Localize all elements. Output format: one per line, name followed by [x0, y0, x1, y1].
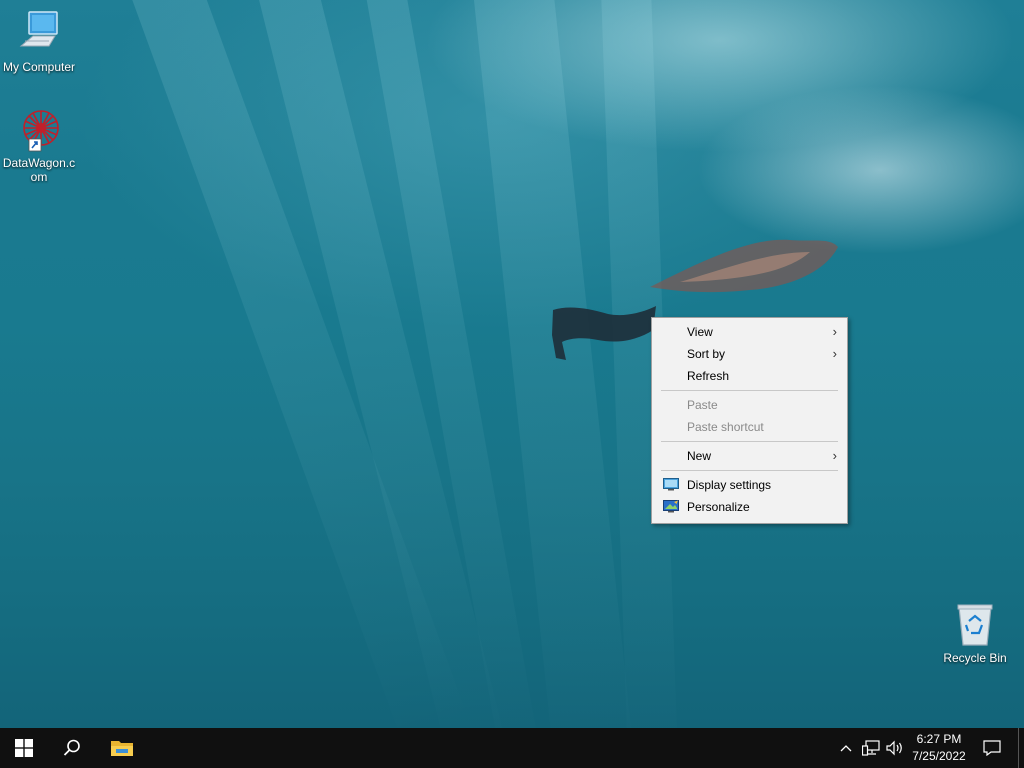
menu-item-label: Refresh: [687, 369, 730, 383]
file-explorer-icon: [111, 741, 133, 756]
diver-illustration: [552, 306, 656, 360]
menu-item-view[interactable]: View ›: [654, 321, 845, 343]
clock[interactable]: 6:27 PM 7/25/2022: [904, 731, 974, 765]
volume-icon: [886, 740, 902, 756]
menu-item-label: Paste shortcut: [687, 420, 764, 434]
desktop-icon-datawagon[interactable]: DataWagon.c om: [0, 106, 78, 184]
desktop-icon-my-computer[interactable]: My Computer: [0, 10, 78, 74]
desktop-icon-label-line2: om: [30, 170, 48, 184]
menu-item-refresh[interactable]: Refresh: [654, 365, 845, 387]
diver-fins-illustration: [650, 239, 838, 293]
start-button[interactable]: [0, 728, 48, 768]
menu-item-paste[interactable]: Paste: [654, 394, 845, 416]
recycle-bin-icon: [951, 601, 999, 649]
volume-button[interactable]: [884, 728, 906, 768]
chevron-right-icon: ›: [832, 448, 837, 463]
show-hidden-icons-button[interactable]: [838, 728, 854, 768]
menu-item-sort-by[interactable]: Sort by ›: [654, 343, 845, 365]
menu-separator: [661, 441, 838, 442]
show-desktop-button[interactable]: [1018, 728, 1019, 768]
menu-item-label: Personalize: [687, 500, 750, 514]
network-button[interactable]: [860, 728, 882, 768]
search-button[interactable]: [48, 728, 96, 768]
menu-item-label: View: [687, 325, 713, 339]
menu-item-new[interactable]: New ›: [654, 445, 845, 467]
action-center-button[interactable]: [978, 728, 1006, 768]
personalize-icon: [663, 500, 679, 513]
desktop-icon-label: Recycle Bin: [943, 651, 1007, 665]
menu-item-display-settings[interactable]: Display settings: [654, 474, 845, 496]
menu-item-label: Sort by: [687, 347, 726, 361]
chevron-right-icon: ›: [832, 346, 837, 361]
desktop-context-menu: View › Sort by › Refresh Paste Paste sho…: [651, 317, 848, 524]
display-settings-icon: [663, 478, 679, 491]
datawagon-shortcut-icon: [15, 106, 63, 154]
menu-separator: [661, 390, 838, 391]
clock-time: 6:27 PM: [916, 732, 962, 746]
chevron-right-icon: ›: [832, 324, 837, 339]
menu-item-label: Paste: [687, 398, 718, 412]
desktop-icon-label-line1: DataWagon.c: [2, 156, 76, 170]
menu-item-label: Display settings: [687, 478, 772, 492]
search-icon: [63, 739, 80, 756]
start-windows-icon: [15, 739, 33, 757]
menu-item-paste-shortcut[interactable]: Paste shortcut: [654, 416, 845, 438]
desktop-icon-recycle-bin[interactable]: Recycle Bin: [936, 601, 1014, 665]
menu-separator: [661, 470, 838, 471]
taskbar: 6:27 PM 7/25/2022: [0, 728, 1024, 768]
desktop-icon-label: My Computer: [2, 60, 76, 74]
show-hidden-icons-chevron: [840, 745, 852, 752]
network-icon: [862, 740, 880, 756]
menu-item-personalize[interactable]: Personalize: [654, 496, 845, 518]
computer-icon: [15, 10, 63, 58]
file-explorer-button[interactable]: [98, 728, 146, 768]
clock-date: 7/25/2022: [912, 749, 966, 763]
desktop-wallpaper[interactable]: My Computer DataWagon.c om Recycle Bin V…: [0, 0, 1024, 728]
menu-item-label: New: [687, 449, 712, 463]
action-center-icon: [983, 740, 1001, 756]
